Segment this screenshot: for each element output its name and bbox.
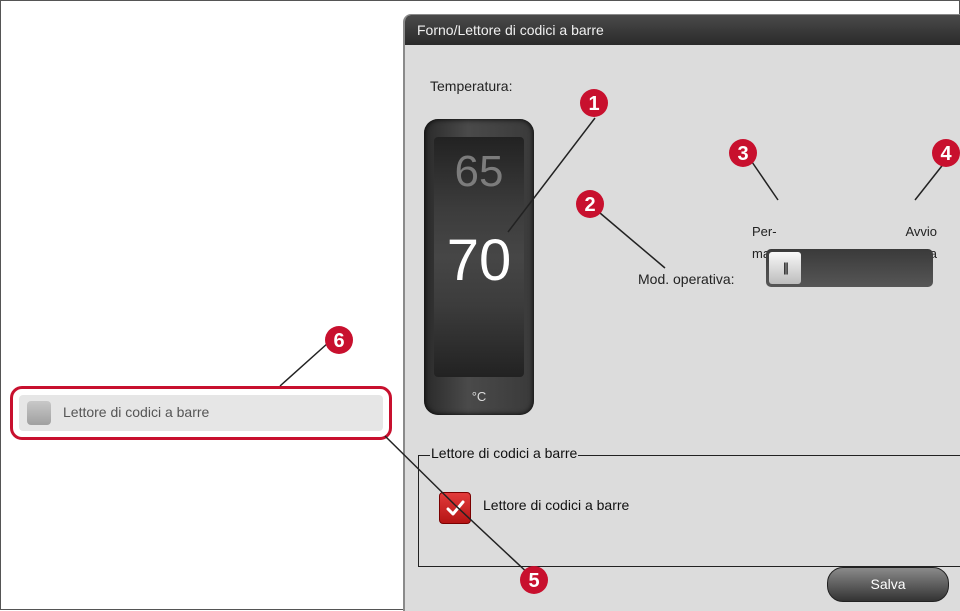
callout-badge-5: 5 <box>520 566 548 594</box>
leader-5b <box>384 435 456 506</box>
callout-badge-2: 2 <box>576 190 604 218</box>
callout-badge-4: 4 <box>932 139 960 167</box>
leader-6 <box>279 342 329 387</box>
callout-leader-lines <box>279 117 946 578</box>
leader-5a <box>454 504 533 578</box>
callout-badge-1: 1 <box>580 89 608 117</box>
leader-2 <box>599 212 666 269</box>
leader-4 <box>914 161 946 201</box>
callout-badge-3: 3 <box>729 139 757 167</box>
leader-3 <box>751 161 779 201</box>
callout-badge-6: 6 <box>325 326 353 354</box>
